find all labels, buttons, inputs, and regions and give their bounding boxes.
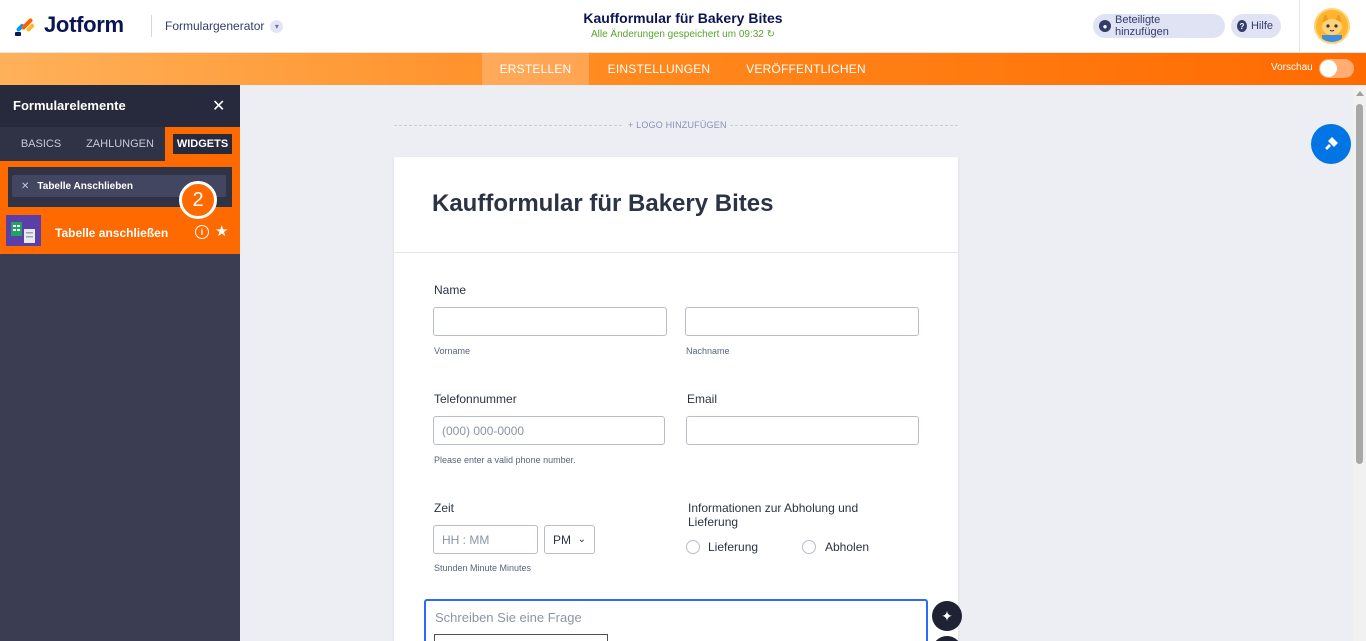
add-logo-row[interactable]: + LOGO HINZUFÜGEN [394, 119, 958, 131]
time-label: Zeit [434, 501, 455, 515]
phone-hint: Please enter a valid phone number. [434, 455, 576, 465]
lastname-input[interactable] [685, 307, 919, 336]
widget-thumbnail [6, 215, 41, 246]
scrollbar-thumb[interactable] [1356, 104, 1363, 464]
chevron-down-icon: ▾ [270, 19, 284, 33]
tab-publish[interactable]: VERÖFFENTLICHEN [735, 53, 877, 85]
info-icon[interactable]: i [195, 225, 209, 239]
dashed-line-left [394, 125, 622, 126]
question-placeholder: Schreiben Sie eine Frage [435, 610, 582, 625]
heading-divider [394, 252, 958, 253]
step-badge: 2 [179, 181, 217, 219]
jotform-logo-icon [15, 18, 35, 36]
firstname-input[interactable] [433, 307, 667, 336]
sidebar-tab-basics[interactable]: BASICS [8, 127, 74, 161]
time-input[interactable]: HH : MM [433, 525, 538, 554]
widget-result-label: Tabelle anschließen [55, 226, 169, 240]
sidebar-tabs: BASICS ZAHLUNGEN WIDGETS [0, 127, 240, 161]
avatar[interactable] [1314, 8, 1350, 44]
page-scrollbar[interactable] [1353, 85, 1366, 641]
form-generator-label: Formulargenerator [165, 19, 265, 33]
save-status: Alle Änderungen gespeichert um 09:32 ↻ [483, 29, 883, 40]
time-sublabel: Stunden Minute Minutes [434, 563, 532, 573]
phone-placeholder: (000) 000-0000 [442, 423, 525, 438]
help-button[interactable]: ? Hilfe [1231, 14, 1281, 38]
phone-label: Telefonnummer [434, 392, 517, 406]
sidebar-tab-widgets-label: WIDGETS [172, 134, 233, 154]
widget-result-item[interactable]: Tabelle anschließen i ★ [0, 213, 240, 254]
add-logo-label: + LOGO HINZUFÜGEN [628, 120, 727, 130]
paint-roller-icon[interactable] [1311, 124, 1351, 164]
lastname-sublabel: Nachname [686, 346, 730, 356]
name-label: Name [434, 283, 467, 297]
jotform-logo[interactable]: Jotform [14, 12, 124, 38]
magic-wand-icon[interactable]: ✦ [932, 601, 962, 631]
user-icon: ● [1099, 20, 1111, 32]
sidebar-tab-payments[interactable]: ZAHLUNGEN [80, 127, 160, 161]
help-label: Hilfe [1250, 20, 1273, 32]
form-elements-sidebar: Formularelemente ✕ BASICS ZAHLUNGEN WIDG… [0, 85, 240, 641]
time-placeholder: HH : MM [442, 532, 490, 547]
phone-input[interactable]: (000) 000-0000 [433, 416, 665, 445]
tab-build[interactable]: ERSTELLEN [482, 53, 589, 85]
save-status-text: Alle Änderungen gespeichert um 09:32 [590, 29, 764, 40]
help-icon: ? [1237, 20, 1247, 32]
add-participants-button[interactable]: ● Beteiligte hinzufügen [1093, 14, 1225, 38]
form-title[interactable]: Kaufformular für Bakery Bites [483, 10, 883, 26]
spreadsheet-icon [11, 222, 35, 243]
scroll-up-arrow[interactable] [1356, 91, 1364, 96]
tab-settings[interactable]: EINSTELLUNGEN [593, 53, 725, 85]
radio-pickup-label: Abholen [825, 540, 870, 554]
toggle-knob [1320, 60, 1337, 77]
new-question-field[interactable]: Schreiben Sie eine Frage [424, 599, 928, 641]
pickup-label: Informationen zur Abholung und Lieferung [688, 501, 859, 529]
sidebar-title: Formularelemente [13, 98, 126, 113]
add-participants-label: Beteiligte hinzufügen [1114, 14, 1169, 38]
form-generator-dropdown[interactable]: Formulargenerator ▾ [165, 19, 284, 33]
radio-delivery[interactable] [686, 540, 700, 554]
ampm-select[interactable]: PM ⌄ [544, 525, 595, 554]
email-label: Email [687, 392, 718, 406]
avatar-image [1316, 10, 1348, 42]
firstname-sublabel: Vorname [434, 346, 471, 356]
header-divider [151, 15, 152, 37]
dashed-line-right [730, 125, 958, 126]
ampm-value: PM [553, 532, 571, 547]
star-icon[interactable]: ★ [215, 222, 228, 240]
top-header: Jotform Formulargenerator ▾ Kaufformular… [0, 0, 1366, 53]
sidebar-tab-widgets[interactable]: WIDGETS [165, 127, 240, 161]
paint-roller-glyph [1325, 137, 1338, 150]
preview-label: Vorschau [1271, 62, 1313, 73]
form-title-block: Kaufformular für Bakery Bites Alle Änder… [483, 10, 883, 40]
preview-toggle[interactable] [1319, 59, 1354, 78]
widget-search-value: Tabelle Anschlieben [37, 180, 133, 192]
question-answer-input[interactable] [434, 634, 608, 641]
form-card: Kaufformular für Bakery Bites Name Vorna… [394, 157, 958, 641]
search-clear-icon[interactable]: ✕ [21, 181, 29, 192]
radio-pickup[interactable] [802, 540, 816, 554]
sidebar-header: Formularelemente ✕ [0, 85, 240, 127]
header-divider-right [1299, 0, 1300, 53]
builder-navbar: ERSTELLEN EINSTELLUNGEN VERÖFFENTLICHEN [0, 53, 1366, 85]
refresh-icon: ↻ [766, 29, 776, 40]
close-icon[interactable]: ✕ [212, 96, 225, 116]
chevron-down-icon: ⌄ [577, 534, 586, 545]
logo-text: Jotform [44, 12, 124, 37]
radio-delivery-label: Lieferung [708, 540, 759, 554]
email-input[interactable] [686, 416, 919, 445]
form-heading[interactable]: Kaufformular für Bakery Bites [432, 190, 773, 218]
